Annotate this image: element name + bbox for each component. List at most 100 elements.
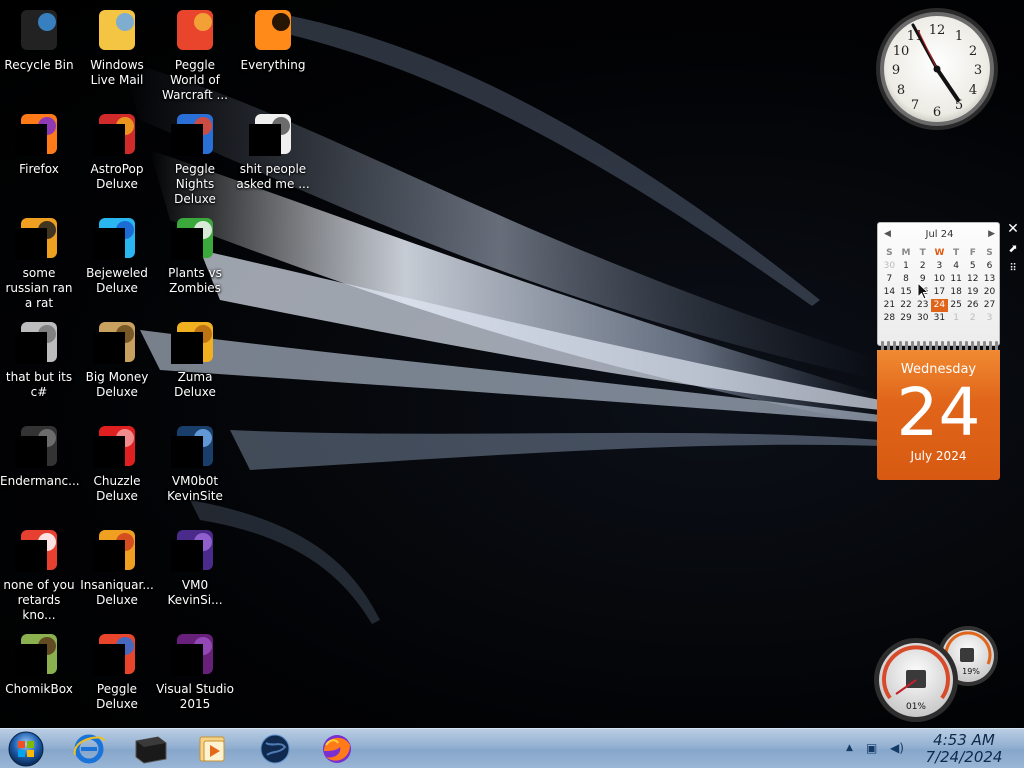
volume-icon[interactable]: ◀) [890,741,904,755]
redaction-box [15,644,47,676]
calendar-day-cell[interactable]: 5 [964,260,981,273]
calendar-day-cell[interactable]: 20 [981,286,998,299]
cpu-meter-gadget[interactable]: 01% 19% [872,624,1000,724]
calendar-day-cell[interactable]: 30 [914,312,931,325]
taskbar-clock[interactable]: 4:53 AM 7/24/2024 [916,732,1012,766]
firefox-icon [15,110,63,158]
calendar-day-cell[interactable]: 12 [964,273,981,286]
calendar-day-cell[interactable]: 2 [964,312,981,325]
desktop-icon[interactable]: Insaniquar... Deluxe [78,520,156,616]
calendar-day-cell[interactable]: 8 [898,273,915,286]
show-hidden-icons-icon[interactable]: ▲ [846,743,853,753]
internet-explorer-icon[interactable] [66,731,112,767]
calendar-day-cell[interactable]: 24 [931,299,948,312]
calendar-day-cell[interactable]: 3 [981,312,998,325]
calendar-day-cell[interactable]: 30 [881,260,898,273]
bejeweled-icon [93,214,141,262]
desktop-icon[interactable]: Peggle Nights Deluxe [156,104,234,206]
calendar-month-view: ◀ Jul 24 ▶ S M T W T F S 30 1 2 3 4 5 6 7 8 9 10 11 12 13 14 1… [877,222,1000,346]
desktop-icon[interactable]: some russian ran a rat [0,208,78,310]
calendar-day-cell[interactable]: 1 [898,260,915,273]
desktop-icon[interactable]: VM0b0t KevinSite [156,416,234,512]
calendar-day-cell[interactable]: 19 [964,286,981,299]
calendar-day-cell[interactable]: 15 [898,286,915,299]
vm-icon [171,422,219,470]
desktop-icon-label: Firefox [19,162,59,176]
calendar-day-cell[interactable]: 1 [948,312,965,325]
close-icon[interactable]: ✕ [1004,220,1022,238]
redaction-box [15,228,47,260]
desktop-icon[interactable]: shit people asked me ... [234,104,312,200]
desktop-icon[interactable]: Chuzzle Deluxe [78,416,156,512]
calendar-day-cell[interactable]: 14 [881,286,898,299]
plants-vs-zombies-icon [171,214,219,262]
drag-handle-icon[interactable]: ⠿ [1004,260,1022,278]
calendar-day-cell[interactable]: 29 [898,312,915,325]
redaction-box [93,436,125,468]
calendar-day-cell[interactable]: 11 [948,273,965,286]
desktop-icon[interactable]: Bejeweled Deluxe [78,208,156,304]
desktop-icon[interactable]: Firefox [0,104,78,200]
next-month-icon[interactable]: ▶ [988,229,995,239]
terminal-icon[interactable] [128,731,174,767]
desktop-icon-label: Windows Live Mail [90,58,144,87]
redaction-box [249,124,281,156]
start-button[interactable] [6,730,46,768]
desktop-icon[interactable]: Peggle World of Warcraft ... [156,0,234,102]
calendar-gadget[interactable]: ◀ Jul 24 ▶ S M T W T F S 30 1 2 3 4 5 6 7 8 9 10 11 12 13 14 1… [877,222,1000,480]
calendar-day-cell[interactable]: 22 [898,299,915,312]
windows-stack-icon [15,318,63,366]
taskbar-date: 7/24/2024 [925,748,1003,766]
calendar-grid: SMTWTFS301234567891011121314151617181920… [881,247,998,325]
desktop-icon[interactable]: Windows Live Mail [78,0,156,96]
calendar-day-cell[interactable]: 3 [931,260,948,273]
desktop-icon[interactable]: none of you retards kno... [0,520,78,622]
calendar-day-cell[interactable]: 4 [948,260,965,273]
calendar-day-cell[interactable]: 17 [931,286,948,299]
taskbar-time: 4:53 AM [933,731,995,749]
desktop-icon-label: Insaniquar... Deluxe [80,578,154,607]
desktop-icon[interactable]: Big Money Deluxe [78,312,156,408]
calendar-day-cell[interactable]: 23 [914,299,931,312]
desktop-icon[interactable]: Everything [234,0,312,96]
desktop-icon[interactable]: Recycle Bin [0,0,78,96]
calendar-day-cell[interactable]: 28 [881,312,898,325]
desktop-icon[interactable]: Endermanc... [0,416,80,512]
calendar-day-cell[interactable]: 27 [981,299,998,312]
resize-icon[interactable]: ⬈ [1004,240,1022,258]
calendar-day-cell[interactable]: 31 [931,312,948,325]
chomikbox-icon [15,630,63,678]
calendar-day-cell[interactable]: 2 [914,260,931,273]
desktop-icon[interactable]: ChomikBox [0,624,78,720]
desktop-icon[interactable]: Visual Studio 2015 [156,624,234,720]
desktop-icon[interactable]: that but its c# [0,312,78,408]
calendar-day-cell[interactable]: 10 [931,273,948,286]
svg-text:10: 10 [893,44,910,59]
desktop-icon[interactable]: Zuma Deluxe [156,312,234,408]
recycle-bin-icon [15,6,63,54]
redaction-box [171,644,203,676]
previous-month-icon[interactable]: ◀ [884,229,891,239]
desktop-icon[interactable]: AstroPop Deluxe [78,104,156,200]
mail-icon [93,6,141,54]
clock-gadget[interactable]: 12 12 345 678 91011 [874,6,1000,132]
calendar-day-cell[interactable]: 13 [981,273,998,286]
calendar-day-cell[interactable]: 26 [964,299,981,312]
calendar-day-cell[interactable]: 7 [881,273,898,286]
calendar-weekday-header: T [953,248,960,258]
globe-icon[interactable] [252,731,298,767]
desktop: Recycle Bin Windows Live Mail Peggle World… [0,0,1024,728]
desktop-icon[interactable]: Plants vs Zombies [156,208,234,304]
firefox-icon[interactable] [314,731,360,767]
redaction-box [171,228,203,260]
desktop-icon[interactable]: VM0 KevinSi... [156,520,234,616]
redaction-box [93,644,125,676]
calendar-day-cell[interactable]: 25 [948,299,965,312]
network-icon[interactable]: ▣ [866,741,877,755]
calendar-day-cell[interactable]: 18 [948,286,965,299]
calendar-day-cell[interactable]: 21 [881,299,898,312]
media-player-icon[interactable] [190,731,236,767]
desktop-icon[interactable]: Peggle Deluxe [78,624,156,720]
shortcut-icon [15,526,63,574]
calendar-day-cell[interactable]: 6 [981,260,998,273]
